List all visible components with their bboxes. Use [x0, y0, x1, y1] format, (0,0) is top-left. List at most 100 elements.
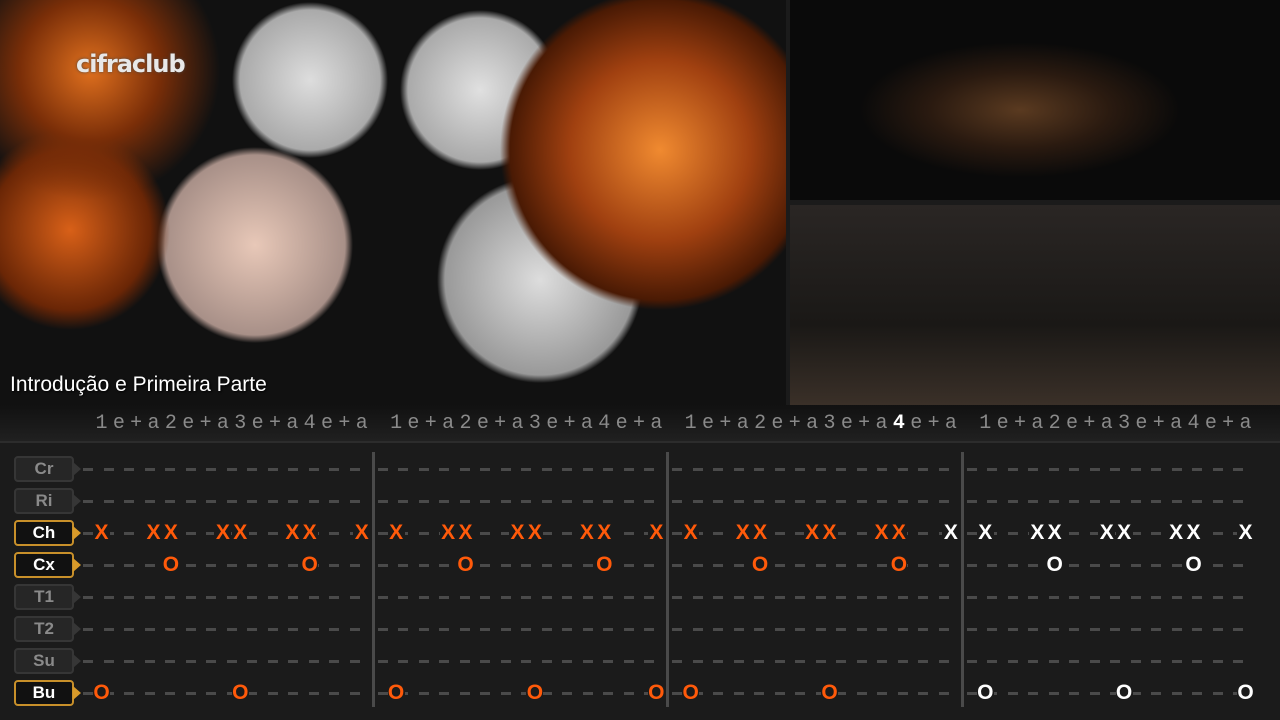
count-mark: e	[251, 412, 264, 435]
tab-line-dash	[480, 660, 491, 663]
tab-line-dash	[623, 564, 634, 567]
main-video-overhead-view[interactable]: cifraclub Introdução e Primeira Parte	[0, 0, 786, 405]
tab-line-dash	[480, 628, 491, 631]
tab-line-dash	[267, 500, 278, 503]
count-mark: 3	[823, 412, 836, 435]
tab-line-dash	[398, 628, 409, 631]
tab-line-dash	[815, 500, 826, 503]
note-ch: X	[803, 521, 821, 544]
pedals-view[interactable]	[790, 205, 1280, 405]
tab-line-dash	[349, 628, 360, 631]
tab-line-dash	[562, 660, 573, 663]
instrument-label-ri[interactable]: Ri	[14, 488, 81, 514]
tab-line-dash	[603, 660, 614, 663]
instrument-label-t1[interactable]: T1	[14, 584, 81, 610]
tab-line-dash	[562, 564, 573, 567]
tab-line-dash	[329, 660, 339, 663]
count-mark: +	[130, 412, 143, 435]
tab-line-dash	[582, 596, 593, 599]
tab-line-dash	[418, 468, 429, 471]
tab-line-dash	[856, 660, 867, 663]
instrument-label-ch[interactable]: Ch	[14, 520, 81, 546]
tab-line-dash	[288, 692, 298, 695]
tab-line-dash	[349, 468, 360, 471]
instrument-label-t2[interactable]: T2	[14, 616, 81, 642]
tab-line-dash	[521, 500, 532, 503]
tab-line-dash	[185, 596, 196, 599]
tab-line-dash	[672, 468, 683, 471]
tab-line-dash	[754, 468, 765, 471]
tab-line-dash	[83, 532, 93, 535]
note-ch: X	[647, 521, 665, 544]
tab-line-dash	[185, 468, 196, 471]
note-ch: X	[942, 521, 960, 544]
tab-line-dash	[623, 500, 634, 503]
tab-line-dash	[206, 628, 216, 631]
tab-line-dash	[1151, 660, 1162, 663]
tab-line-dash	[459, 596, 470, 599]
tab-line-dash	[247, 660, 257, 663]
drummer-front-view[interactable]	[790, 0, 1280, 200]
note-cx: O	[162, 553, 180, 576]
tab-line-dash	[672, 628, 683, 631]
note-bu: O	[387, 681, 405, 704]
tab-line-dash	[623, 596, 634, 599]
tab-line-dash	[267, 628, 278, 631]
count-mark: 2	[164, 412, 177, 435]
count-mark: +	[1222, 412, 1235, 435]
tab-line-dash	[774, 628, 785, 631]
tab-line-dash	[1028, 660, 1039, 663]
tab-line-dash	[562, 500, 573, 503]
tab-line-dash	[1130, 500, 1141, 503]
count-mark: +	[268, 412, 281, 435]
tab-line-dash	[377, 628, 388, 631]
tab-line-dash	[774, 500, 785, 503]
note-bu: O	[1115, 681, 1133, 704]
tab-line-dash	[1212, 596, 1223, 599]
instrument-label-bu[interactable]: Bu	[14, 680, 81, 706]
tab-line-dash	[774, 532, 785, 535]
tab-line-dash	[815, 596, 826, 599]
count-mark: +	[563, 412, 576, 435]
tab-line-dash	[987, 564, 998, 567]
tab-line-dash	[185, 564, 196, 567]
count-mark: e	[112, 412, 125, 435]
tab-line-dash	[897, 468, 908, 471]
tab-line-dash	[144, 596, 155, 599]
tab-line-dash	[480, 564, 491, 567]
instrument-label-su[interactable]: Su	[14, 648, 81, 674]
count-mark: +	[858, 412, 871, 435]
count-mark: 2	[1048, 412, 1061, 435]
tab-line-dash	[1212, 660, 1223, 663]
tab-line-dash	[1069, 564, 1080, 567]
tab-line-dash	[672, 596, 683, 599]
count-mark: a	[1170, 412, 1183, 435]
tab-line-dash	[226, 628, 237, 631]
count-mark: +	[1013, 412, 1026, 435]
tab-line-dash	[103, 596, 114, 599]
tab-line-dash	[206, 660, 216, 663]
tab-line-dash	[1028, 564, 1039, 567]
tab-line-dash	[267, 692, 278, 695]
tab-line-dash	[124, 692, 134, 695]
tab-line-dash	[713, 660, 724, 663]
tab-line-dash	[124, 468, 134, 471]
count-mark: e	[702, 412, 715, 435]
instrument-label-cr[interactable]: Cr	[14, 456, 81, 482]
tab-line-dash	[1151, 564, 1162, 567]
instrument-label-cx[interactable]: Cx	[14, 552, 81, 578]
tab-line-dash	[500, 500, 511, 503]
tab-line-dash	[603, 628, 614, 631]
note-bu: O	[647, 681, 665, 704]
tab-line-dash	[398, 500, 409, 503]
note-cx: O	[890, 553, 908, 576]
tab-line-dash	[144, 500, 155, 503]
tab-line-dash	[754, 628, 765, 631]
tab-line-dash	[774, 468, 785, 471]
note-ch: X	[387, 521, 405, 544]
count-mark: a	[286, 412, 299, 435]
tab-line-dash	[1151, 692, 1162, 695]
tab-line-dash	[672, 532, 683, 535]
tab-line-dash	[1089, 468, 1100, 471]
note-ch: X	[1028, 521, 1046, 544]
